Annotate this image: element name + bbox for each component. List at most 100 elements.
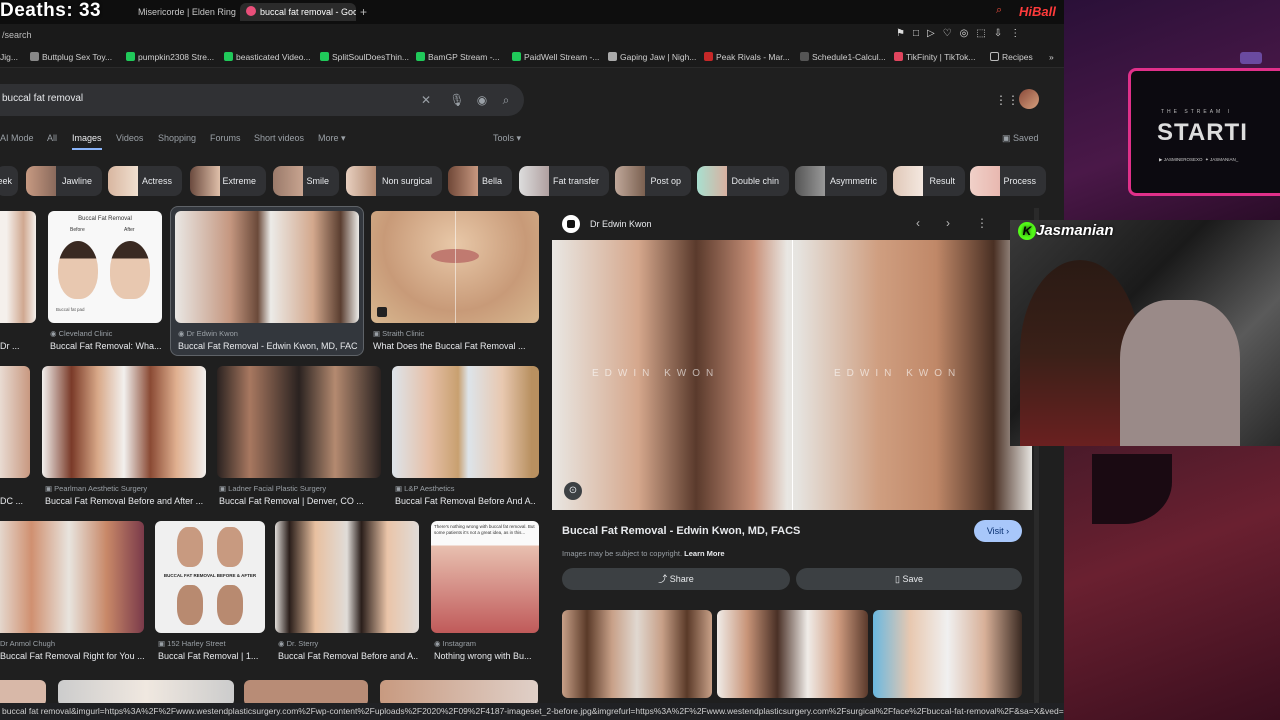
watermark-text: EDWIN KWON: [592, 368, 720, 379]
bookmark-item[interactable]: Schedule1-Calcul...: [800, 50, 886, 64]
thumb-caption: After: [124, 227, 135, 233]
tools-button[interactable]: Tools ▾: [493, 133, 521, 144]
microphone-icon[interactable]: 🎙: [449, 92, 465, 108]
bookmark-item[interactable]: beasticated Video...: [224, 50, 311, 64]
result-image[interactable]: [0, 366, 30, 478]
nav-forums[interactable]: Forums: [210, 133, 241, 143]
result-image[interactable]: [371, 211, 539, 323]
chip-smile[interactable]: Smile: [273, 166, 339, 196]
bookmark-folder[interactable]: Recipes: [990, 50, 1033, 64]
nav-all[interactable]: All: [47, 133, 57, 143]
link-status-bar: buccal fat removal&imgurl=https%3A%2F%2F…: [0, 703, 1064, 720]
new-tab-icon[interactable]: +: [360, 5, 367, 19]
result-title[interactable]: Buccal Fat Removal | Denver, CO ...: [219, 496, 379, 506]
result-title[interactable]: DC ...: [0, 496, 30, 506]
chip-thumbnail: [273, 166, 303, 196]
save-button[interactable]: ▯ Save: [796, 568, 1022, 590]
previous-icon[interactable]: ‹: [916, 216, 920, 230]
chip-fat-transfer[interactable]: Fat transfer: [519, 166, 609, 196]
next-icon[interactable]: ›: [946, 216, 950, 230]
chip-eek[interactable]: eek: [0, 166, 18, 196]
result-title[interactable]: Dr ...: [0, 341, 36, 351]
chip-thumbnail: [448, 166, 478, 196]
chip-jawline[interactable]: Jawline: [26, 166, 102, 196]
chip-bella[interactable]: Bella: [448, 166, 512, 196]
related-image[interactable]: [873, 610, 1022, 698]
bookmark-item[interactable]: Gaping Jaw | Nigh...: [608, 50, 696, 64]
tab-buccal-search[interactable]: buccal fat removal - Goog: [240, 3, 356, 21]
learn-more-link[interactable]: Learn More: [684, 549, 724, 558]
search-bar[interactable]: buccal fat removal ✕ 🎙 ◉ ⌕: [0, 84, 524, 116]
search-icon[interactable]: ⌕: [498, 92, 514, 108]
chip-thumbnail: [615, 166, 645, 196]
result-image[interactable]: [42, 366, 206, 478]
chip-double-chin[interactable]: Double chin: [697, 166, 789, 196]
lens-search-icon[interactable]: ⊙: [564, 482, 582, 500]
result-image[interactable]: BUCCAL FAT REMOVAL BEFORE & AFTER: [155, 521, 265, 633]
result-image[interactable]: [392, 366, 539, 478]
avatar[interactable]: [1019, 89, 1039, 109]
visit-button[interactable]: Visit ›: [974, 520, 1022, 542]
chip-post-op[interactable]: Post op: [615, 166, 691, 196]
more-options-icon[interactable]: ⋮: [976, 216, 988, 230]
related-image[interactable]: [717, 610, 868, 698]
result-image[interactable]: There's nothing wrong with buccal fat re…: [431, 521, 539, 633]
result-title[interactable]: Buccal Fat Removal Before And A...: [395, 496, 535, 506]
tools-label: Tools: [493, 133, 515, 143]
search-input[interactable]: buccal fat removal: [2, 93, 83, 104]
bookmark-item[interactable]: BamGP Stream -...: [416, 50, 500, 64]
chip-extreme[interactable]: Extreme: [190, 166, 266, 196]
nav-videos[interactable]: Videos: [116, 133, 143, 143]
bookmark-icon: ▯: [895, 574, 900, 584]
cam-name-text: Jasmanian: [1036, 222, 1114, 239]
bookmark-item[interactable]: Jig...: [0, 50, 18, 64]
result-title[interactable]: Buccal Fat Removal: Wha...: [50, 341, 162, 351]
result-title[interactable]: Nothing wrong with Bu...: [434, 651, 538, 661]
result-title[interactable]: Buccal Fat Removal - Edwin Kwon, MD, FAC…: [178, 341, 358, 351]
apps-grid-icon[interactable]: ⋮⋮: [995, 93, 1019, 107]
search-tabs-icon[interactable]: ⌕: [996, 4, 1002, 17]
bookmark-item[interactable]: pumpkin2308 Stre...: [126, 50, 214, 64]
result-image[interactable]: [217, 366, 381, 478]
bookmark-item[interactable]: SplitSoulDoesThin...: [320, 50, 409, 64]
bookmark-item[interactable]: PaidWell Stream -...: [512, 50, 599, 64]
chip-actress[interactable]: Actress: [108, 166, 182, 196]
nav-shopping[interactable]: Shopping: [158, 133, 196, 143]
bookmark-item[interactable]: TikFinity | TikTok...: [894, 50, 975, 64]
panel-source-name[interactable]: Dr Edwin Kwon: [590, 219, 652, 229]
result-title[interactable]: Buccal Fat Removal Before and After ...: [45, 496, 205, 506]
clear-icon[interactable]: ✕: [418, 92, 434, 108]
result-title[interactable]: What Does the Buccal Fat Removal ...: [373, 341, 535, 351]
image-preview-panel: Dr Edwin Kwon ‹ › ⋮ EDWIN KWON EDWIN KWO…: [552, 208, 1032, 708]
chip-thumbnail: [519, 166, 549, 196]
nav-images[interactable]: Images: [72, 133, 102, 143]
extension-icons[interactable]: ⚑□▷♡◎⬚⇩⋮: [896, 28, 1028, 39]
panel-title[interactable]: Buccal Fat Removal - Edwin Kwon, MD, FAC…: [562, 525, 800, 537]
share-button[interactable]: ⤴ Share: [562, 568, 790, 590]
related-image[interactable]: [562, 610, 712, 698]
result-title[interactable]: Buccal Fat Removal | 1...: [158, 651, 264, 661]
saved-button[interactable]: ▣ Saved: [1002, 133, 1039, 144]
chip-non-surgical[interactable]: Non surgical: [346, 166, 442, 196]
result-image[interactable]: [0, 521, 144, 633]
tab-misericorde[interactable]: Misericorde | Elden Ring: [132, 3, 236, 21]
result-image[interactable]: [0, 211, 36, 323]
result-image[interactable]: [275, 521, 419, 633]
more-bookmarks-icon[interactable]: »: [1049, 50, 1054, 64]
preview-image[interactable]: EDWIN KWON EDWIN KWON ⊙: [552, 240, 1032, 510]
bookmark-item[interactable]: Peak Rivals - Mar...: [704, 50, 790, 64]
social-handles: ▶ JASMINEROSEXO ✦ JASMANIAN_: [1159, 157, 1239, 162]
url-bar[interactable]: /search ⚑□▷♡◎⬚⇩⋮: [0, 24, 1064, 46]
chip-process[interactable]: Process: [970, 166, 1046, 196]
lens-icon[interactable]: ◉: [474, 92, 490, 108]
result-title[interactable]: Buccal Fat Removal Right for You ...: [0, 651, 144, 661]
nav-short-videos[interactable]: Short videos: [254, 133, 304, 143]
bookmark-item[interactable]: Buttplug Sex Toy...: [30, 50, 112, 64]
result-title[interactable]: Buccal Fat Removal Before and A...: [278, 651, 418, 661]
result-image[interactable]: Buccal Fat Removal Before After Buccal f…: [48, 211, 162, 323]
chip-result[interactable]: Result: [893, 166, 965, 196]
nav-ai-mode[interactable]: AI Mode: [0, 133, 34, 143]
result-image-selected[interactable]: [175, 211, 359, 323]
nav-more[interactable]: More ▾: [318, 133, 346, 144]
chip-asymmetric[interactable]: Asymmetric: [795, 166, 887, 196]
